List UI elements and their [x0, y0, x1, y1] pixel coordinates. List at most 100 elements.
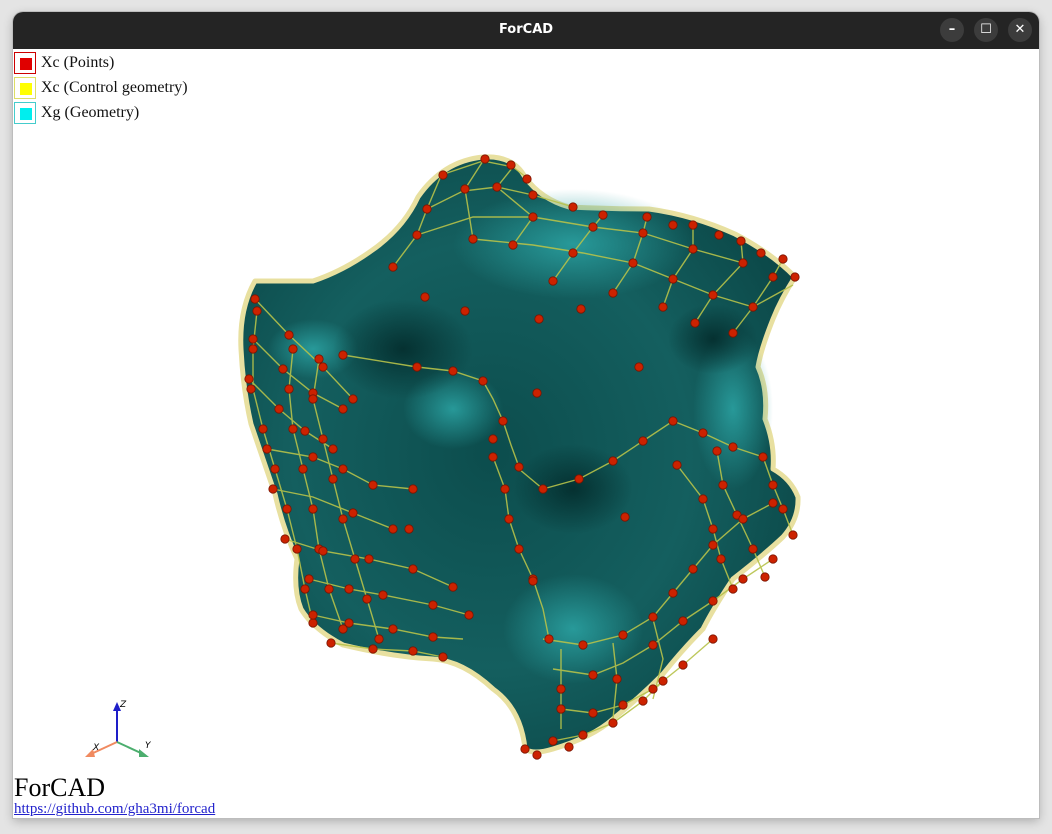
- control-point: [668, 588, 678, 598]
- control-point: [768, 480, 778, 490]
- control-point: [300, 426, 310, 436]
- control-point: [556, 704, 566, 714]
- control-point: [612, 674, 622, 684]
- control-point: [288, 424, 298, 434]
- control-point: [244, 374, 254, 384]
- control-point: [504, 514, 514, 524]
- control-point: [708, 540, 718, 550]
- control-point: [246, 384, 256, 394]
- control-point: [532, 750, 542, 760]
- control-point: [428, 632, 438, 642]
- control-point: [308, 452, 318, 462]
- orientation-axes: Z X Y: [85, 700, 152, 757]
- control-point: [252, 306, 262, 316]
- control-point: [760, 572, 770, 582]
- control-point: [618, 630, 628, 640]
- control-point: [250, 294, 260, 304]
- control-point: [568, 248, 578, 258]
- control-point: [368, 644, 378, 654]
- control-point: [648, 684, 658, 694]
- control-point: [488, 452, 498, 462]
- geometry-scene[interactable]: [13, 49, 1039, 818]
- title-bar[interactable]: ForCAD – ☐ ✕: [13, 12, 1039, 49]
- control-point: [500, 484, 510, 494]
- control-point: [778, 254, 788, 264]
- control-point: [362, 594, 372, 604]
- control-point: [292, 544, 302, 554]
- control-point: [308, 394, 318, 404]
- control-point: [348, 508, 358, 518]
- control-point: [300, 584, 310, 594]
- control-point: [608, 718, 618, 728]
- control-point: [408, 564, 418, 574]
- control-point: [716, 554, 726, 564]
- control-point: [548, 276, 558, 286]
- control-point: [448, 582, 458, 592]
- control-point: [528, 212, 538, 222]
- control-point: [308, 618, 318, 628]
- control-point: [756, 248, 766, 258]
- control-point: [564, 742, 574, 752]
- control-point: [404, 524, 414, 534]
- control-point: [574, 474, 584, 484]
- control-point: [258, 424, 268, 434]
- repo-link[interactable]: https://github.com/gha3mi/forcad: [14, 801, 215, 818]
- control-point: [668, 220, 678, 230]
- control-point: [768, 498, 778, 508]
- control-point: [388, 524, 398, 534]
- control-point: [690, 318, 700, 328]
- control-point: [338, 404, 348, 414]
- control-point: [556, 684, 566, 694]
- control-point: [712, 446, 722, 456]
- control-point: [274, 404, 284, 414]
- control-point: [768, 272, 778, 282]
- control-point: [438, 170, 448, 180]
- control-point: [708, 596, 718, 606]
- control-point: [668, 416, 678, 426]
- control-point: [768, 554, 778, 564]
- control-point: [464, 610, 474, 620]
- maximize-button[interactable]: ☐: [974, 18, 998, 42]
- control-point: [728, 584, 738, 594]
- control-point: [738, 258, 748, 268]
- control-point: [412, 230, 422, 240]
- control-point: [350, 554, 360, 564]
- control-point: [588, 708, 598, 718]
- control-point: [608, 456, 618, 466]
- control-point: [344, 618, 354, 628]
- minimize-button[interactable]: –: [940, 18, 964, 42]
- control-point: [488, 434, 498, 444]
- control-point: [578, 640, 588, 650]
- viewport-canvas[interactable]: Xc (Points) Xc (Control geometry) Xg (Ge…: [13, 49, 1039, 818]
- close-button[interactable]: ✕: [1008, 18, 1032, 42]
- control-point: [318, 362, 328, 372]
- control-point: [532, 388, 542, 398]
- control-point: [708, 524, 718, 534]
- control-point: [328, 444, 338, 454]
- control-point: [608, 288, 618, 298]
- control-point: [314, 354, 324, 364]
- control-point: [492, 182, 502, 192]
- control-point: [688, 220, 698, 230]
- control-point: [538, 484, 548, 494]
- legend-box: [14, 77, 36, 99]
- legend-box: [14, 52, 36, 74]
- control-point: [328, 474, 338, 484]
- control-point: [460, 306, 470, 316]
- control-point: [522, 174, 532, 184]
- control-point: [478, 376, 488, 386]
- control-point: [778, 504, 788, 514]
- control-point: [338, 350, 348, 360]
- control-point: [324, 584, 334, 594]
- control-point: [642, 212, 652, 222]
- control-point: [282, 504, 292, 514]
- control-point: [708, 290, 718, 300]
- control-point: [738, 574, 748, 584]
- axis-z-label: Z: [119, 700, 127, 710]
- control-point: [248, 334, 258, 344]
- control-point: [728, 442, 738, 452]
- control-point: [344, 584, 354, 594]
- control-point: [308, 610, 318, 620]
- legend-swatch-red: [20, 58, 32, 70]
- control-point: [738, 514, 748, 524]
